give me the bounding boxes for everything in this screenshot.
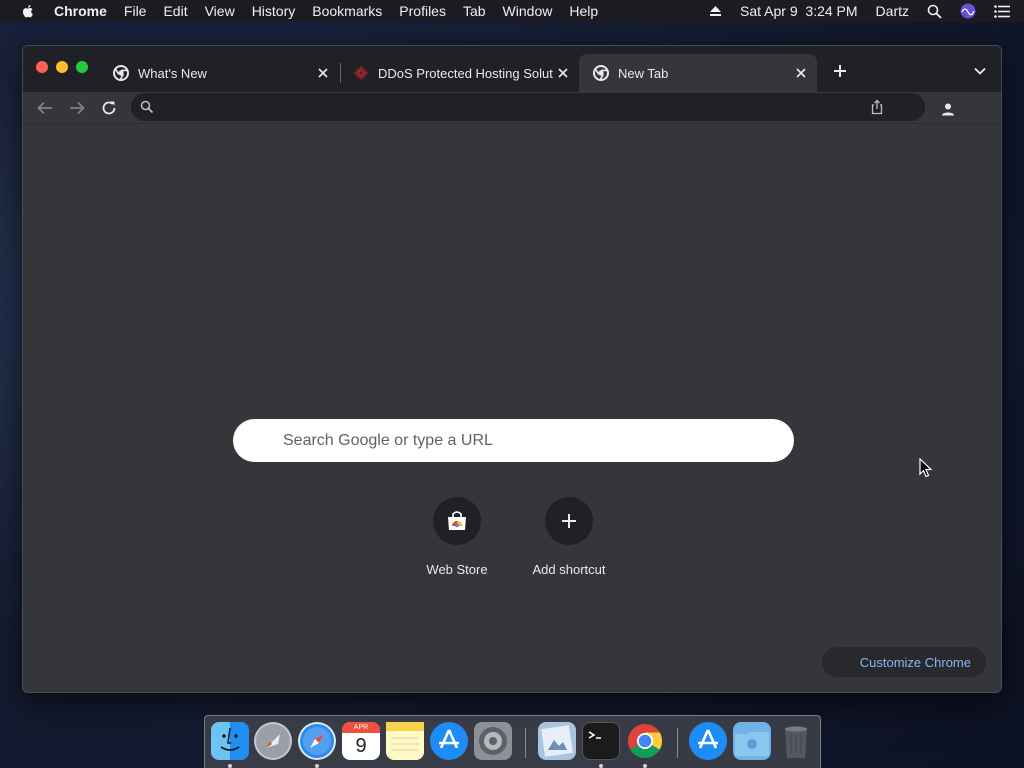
apple-icon[interactable] xyxy=(20,3,36,19)
window-close-button[interactable] xyxy=(36,61,48,73)
reload-button[interactable] xyxy=(97,96,121,120)
tab-close-icon[interactable] xyxy=(791,63,811,83)
plus-icon xyxy=(834,65,846,77)
trash-icon[interactable] xyxy=(777,722,815,760)
system-preferences-icon[interactable] xyxy=(474,722,512,760)
menu-bookmarks[interactable]: Bookmarks xyxy=(312,3,382,19)
tab-search-button[interactable] xyxy=(971,62,989,80)
menu-edit[interactable]: Edit xyxy=(163,3,187,19)
tab-close-icon[interactable] xyxy=(313,63,333,83)
notes-icon[interactable] xyxy=(386,722,424,760)
forward-button[interactable] xyxy=(65,96,89,120)
toolbar xyxy=(23,92,1001,124)
customize-chrome-button[interactable]: Customize Chrome xyxy=(822,647,986,677)
dock-running-indicator xyxy=(228,764,232,768)
app-store-downloads-icon[interactable] xyxy=(689,722,727,760)
calendar-day: 9 xyxy=(355,735,367,757)
browser-window: What's New DDoS Protected Hosting Soluti xyxy=(22,45,1002,693)
search-icon xyxy=(140,100,154,114)
spotlight-search-icon[interactable] xyxy=(927,4,942,19)
tab-close-icon[interactable] xyxy=(553,63,573,83)
new-tab-button[interactable] xyxy=(829,60,851,82)
window-minimize-button[interactable] xyxy=(56,61,68,73)
menu-help[interactable]: Help xyxy=(569,3,598,19)
ddos-site-icon xyxy=(354,66,368,80)
arrow-right-icon xyxy=(70,101,85,115)
plus-icon xyxy=(562,514,576,528)
siri-icon[interactable] xyxy=(960,3,976,19)
shortcut-label: Add shortcut xyxy=(532,562,606,577)
downloads-folder-icon[interactable] xyxy=(733,722,771,760)
ntp-search-box[interactable] xyxy=(233,419,794,462)
dock-running-indicator xyxy=(599,764,603,768)
share-icon[interactable] xyxy=(869,99,885,115)
menu-profiles[interactable]: Profiles xyxy=(399,3,446,19)
arrow-left-icon xyxy=(37,101,52,115)
omnibox[interactable] xyxy=(131,93,925,121)
dock-separator xyxy=(677,728,678,758)
shortcut-web-store[interactable]: Web Store xyxy=(401,494,513,586)
terminal-icon[interactable] xyxy=(582,722,620,760)
mouse-cursor-icon xyxy=(919,458,933,478)
chrome-icon xyxy=(113,65,129,81)
tab-strip: What's New DDoS Protected Hosting Soluti xyxy=(23,46,1001,92)
shortcut-label: Web Store xyxy=(426,562,488,577)
menu-view[interactable]: View xyxy=(205,3,235,19)
app-store-icon[interactable] xyxy=(430,722,468,760)
menu-window[interactable]: Window xyxy=(503,3,553,19)
menu-app-name[interactable]: Chrome xyxy=(54,3,107,19)
launchpad-icon[interactable] xyxy=(254,722,292,760)
preview-icon[interactable] xyxy=(538,722,576,760)
tab-title: DDoS Protected Hosting Soluti xyxy=(378,65,553,81)
menubar-datetime[interactable]: Sat Apr 9 3:24 PM xyxy=(740,3,858,19)
finder-icon[interactable] xyxy=(211,722,249,760)
notification-center-icon[interactable] xyxy=(994,4,1010,18)
menu-bar: Chrome File Edit View History Bookmarks … xyxy=(0,0,1024,22)
tab-whats-new[interactable]: What's New xyxy=(99,54,339,92)
omnibox-input[interactable] xyxy=(163,97,843,117)
dock-running-indicator xyxy=(315,764,319,768)
shortcut-tile[interactable] xyxy=(433,497,481,545)
tab-title: What's New xyxy=(138,65,207,81)
window-zoom-button[interactable] xyxy=(76,61,88,73)
calendar-month: APR xyxy=(342,722,380,733)
menu-file[interactable]: File xyxy=(124,3,147,19)
ntp-search-input[interactable] xyxy=(283,430,763,452)
eject-icon[interactable] xyxy=(709,5,722,17)
tab-title: New Tab xyxy=(618,65,669,81)
shortcut-tile[interactable] xyxy=(545,497,593,545)
reload-icon xyxy=(102,101,116,115)
chrome-icon xyxy=(593,65,609,81)
menu-history[interactable]: History xyxy=(252,3,296,19)
web-store-icon xyxy=(448,511,466,530)
chrome-dock-icon[interactable] xyxy=(626,722,664,760)
dock-running-indicator xyxy=(643,764,647,768)
tab-new-tab[interactable]: New Tab xyxy=(579,54,817,92)
menubar-user[interactable]: Dartz xyxy=(876,3,909,19)
tab-ddos-hosting[interactable]: DDoS Protected Hosting Soluti xyxy=(339,54,579,92)
back-button[interactable] xyxy=(33,96,57,120)
menu-tab[interactable]: Tab xyxy=(463,3,486,19)
add-shortcut-button[interactable]: Add shortcut xyxy=(513,494,625,586)
profile-button[interactable] xyxy=(937,98,959,120)
person-icon xyxy=(942,103,954,116)
safari-icon[interactable] xyxy=(298,722,336,760)
calendar-icon[interactable]: APR 9 xyxy=(342,722,380,760)
dock: APR 9 xyxy=(204,715,821,768)
dock-separator xyxy=(525,728,526,758)
chevron-down-icon xyxy=(974,67,986,75)
